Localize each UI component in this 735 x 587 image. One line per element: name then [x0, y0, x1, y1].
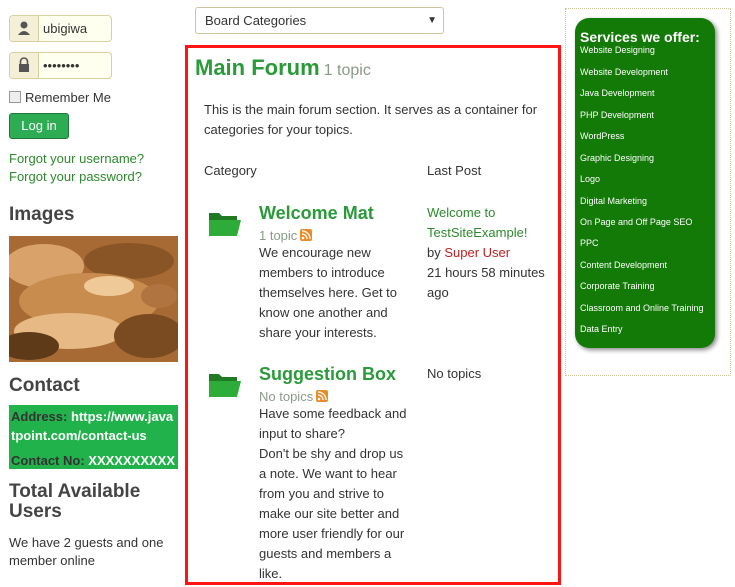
category-count-text: No topics — [259, 389, 314, 404]
phone-value: XXXXXXXXXX — [88, 453, 176, 468]
rss-icon[interactable] — [316, 390, 329, 402]
login-button[interactable]: Log in — [9, 113, 69, 139]
lastpost-column-header: Last Post — [427, 163, 482, 178]
users-online-text: We have 2 guests and one member online — [9, 535, 164, 568]
category-title-welcome-mat[interactable]: Welcome Mat — [259, 203, 374, 224]
lastpost-by: by — [427, 245, 441, 260]
service-item[interactable]: PPC — [580, 238, 599, 248]
category-topic-count: 1 topic — [259, 228, 313, 243]
lastpost-welcome-mat: Welcome to TestSiteExample! by Super Use… — [427, 203, 552, 303]
contact-phone: Contact No: XXXXXXXXXX — [11, 451, 176, 470]
category-description-line-1: Have some feedback and input to share? — [259, 406, 407, 441]
password-input[interactable] — [43, 56, 109, 74]
rss-icon[interactable] — [300, 229, 313, 241]
password-field[interactable] — [9, 52, 112, 79]
board-select-value: Board Categories — [205, 13, 307, 28]
lock-icon — [10, 53, 39, 78]
service-item[interactable]: Website Designing — [580, 45, 655, 55]
gallery-image — [9, 236, 178, 362]
service-item[interactable]: Corporate Training — [580, 281, 655, 291]
service-item[interactable]: Digital Marketing — [580, 196, 647, 206]
lastpost-user[interactable]: Super User — [444, 245, 510, 260]
users-heading: Total Available Users — [9, 481, 141, 522]
service-item[interactable]: PHP Development — [580, 110, 654, 120]
remember-me[interactable]: Remember Me — [9, 90, 111, 105]
forgot-password-link[interactable]: Forgot your password? — [9, 169, 142, 184]
forum-description: This is the main forum section. It serve… — [204, 102, 538, 137]
folder-icon — [208, 370, 242, 398]
contact-address: Address: https://www.javatpoint.com/cont… — [11, 407, 176, 445]
forgot-username-link[interactable]: Forgot your username? — [9, 151, 144, 166]
forum-title-text[interactable]: Main Forum — [195, 55, 320, 80]
user-icon — [10, 16, 39, 41]
phone-label: Contact No: — [11, 453, 85, 468]
remember-checkbox[interactable] — [9, 91, 21, 103]
service-item[interactable]: Data Entry — [580, 324, 623, 334]
address-label: Address: — [11, 409, 68, 424]
remember-label: Remember Me — [25, 90, 111, 105]
category-column-header: Category — [204, 163, 257, 178]
username-field[interactable] — [9, 15, 112, 42]
services-title: Services we offer: — [580, 29, 700, 45]
category-description-line-2: Don't be shy and drop us a note. We want… — [259, 446, 405, 579]
category-title-suggestion-box[interactable]: Suggestion Box — [259, 364, 396, 385]
contact-heading: Contact — [9, 375, 80, 396]
service-item[interactable]: Java Development — [580, 88, 655, 98]
lastpost-time: 21 hours 58 minutes ago — [427, 265, 545, 300]
board-categories-select[interactable]: Board Categories ▼ — [195, 7, 444, 34]
service-item[interactable]: WordPress — [580, 131, 624, 141]
dropdown-caret-icon: ▼ — [427, 15, 437, 26]
category-topic-count: No topics — [259, 389, 329, 404]
category-description: We encourage new members to introduce th… — [259, 245, 398, 340]
folder-icon — [208, 209, 242, 237]
forum-topic-count: 1 topic — [323, 62, 371, 79]
category-count-text: 1 topic — [259, 228, 298, 243]
service-item[interactable]: Logo — [580, 174, 600, 184]
service-item[interactable]: Website Development — [580, 67, 668, 77]
username-input[interactable] — [43, 19, 109, 37]
service-item[interactable]: Classroom and Online Training — [580, 303, 704, 313]
service-item[interactable]: On Page and Off Page SEO — [580, 217, 692, 227]
lastpost-suggestion-box: No topics — [427, 366, 482, 381]
category-description: Have some feedback and input to share? D… — [259, 404, 409, 579]
images-heading: Images — [9, 204, 75, 225]
lastpost-link[interactable]: Welcome to TestSiteExample! — [427, 205, 527, 240]
service-item[interactable]: Graphic Designing — [580, 153, 654, 163]
forum-title: Main Forum 1 topic — [195, 55, 371, 81]
service-item[interactable]: Content Development — [580, 260, 667, 270]
contact-box: Address: https://www.javatpoint.com/cont… — [9, 405, 178, 469]
